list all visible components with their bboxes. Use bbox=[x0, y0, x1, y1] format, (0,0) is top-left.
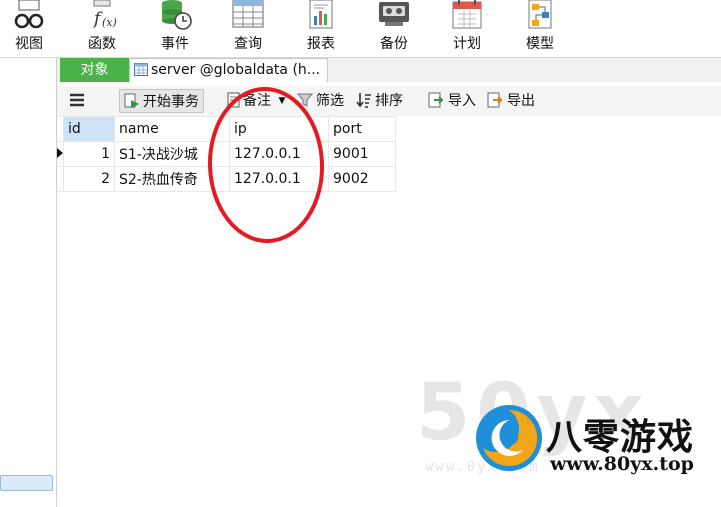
tab-strip: 对象 server @globaldata (h... bbox=[57, 58, 721, 82]
cell-port[interactable]: 9002 bbox=[328, 166, 396, 192]
export-label: 导出 bbox=[507, 93, 535, 109]
swirl-logo-icon bbox=[476, 405, 542, 471]
ribbon-report-button[interactable]: 报表 bbox=[289, 0, 353, 57]
report-icon bbox=[309, 0, 333, 29]
ribbon-label: 备份 bbox=[380, 36, 408, 52]
ribbon-function-button[interactable]: f (x) 函数 bbox=[70, 0, 134, 57]
table-grid-icon bbox=[134, 62, 148, 76]
ribbon-label: 视图 bbox=[15, 36, 43, 52]
selected-tree-item[interactable] bbox=[0, 475, 53, 491]
sort-button[interactable]: 排序 bbox=[356, 89, 403, 113]
import-button[interactable]: 导入 bbox=[428, 89, 476, 113]
cell-port[interactable]: 9001 bbox=[328, 141, 396, 167]
main-ribbon: 视图 f (x) 函数 事件 查询 报表 备份 计划 模型 bbox=[0, 0, 721, 58]
column-header-port[interactable]: port bbox=[328, 116, 396, 142]
tab-objects[interactable]: 对象 bbox=[60, 58, 129, 82]
menu-icon[interactable] bbox=[69, 89, 88, 113]
event-icon bbox=[162, 0, 192, 30]
column-header-id[interactable]: id bbox=[63, 116, 115, 142]
transaction-icon bbox=[124, 93, 139, 108]
svg-text:(x): (x) bbox=[102, 16, 117, 29]
model-icon bbox=[528, 0, 552, 29]
ribbon-schedule-button[interactable]: 计划 bbox=[435, 0, 499, 57]
cell-id[interactable]: 2 bbox=[63, 166, 115, 192]
function-icon: f (x) bbox=[92, 0, 117, 29]
glasses-icon bbox=[14, 0, 44, 29]
cell-id[interactable]: 1 bbox=[63, 141, 115, 167]
sort-label: 排序 bbox=[375, 93, 403, 109]
ribbon-label: 报表 bbox=[307, 36, 335, 52]
import-icon bbox=[428, 92, 444, 108]
ribbon-label: 事件 bbox=[161, 36, 189, 52]
backup-icon bbox=[379, 2, 409, 26]
schedule-icon bbox=[452, 0, 482, 29]
ribbon-backup-button[interactable]: 备份 bbox=[362, 0, 426, 57]
ribbon-event-button[interactable]: 事件 bbox=[143, 0, 207, 57]
query-icon bbox=[232, 0, 264, 28]
ribbon-label: 查询 bbox=[234, 36, 262, 52]
ribbon-label: 模型 bbox=[526, 36, 554, 52]
object-tree-panel[interactable] bbox=[0, 58, 57, 507]
ribbon-label: 函数 bbox=[88, 36, 116, 52]
export-icon bbox=[487, 92, 503, 108]
brand-url: www.80yx.top bbox=[550, 453, 694, 475]
ribbon-model-button[interactable]: 模型 bbox=[508, 0, 572, 57]
begin-transaction-button[interactable]: 开始事务 bbox=[119, 89, 204, 113]
begin-transaction-label: 开始事务 bbox=[143, 94, 199, 110]
export-button[interactable]: 导出 bbox=[487, 89, 535, 113]
ribbon-label: 计划 bbox=[453, 36, 481, 52]
sort-icon bbox=[356, 93, 371, 108]
data-toolbar: 开始事务 备注 ▼ 筛选 排序 导入 导出 bbox=[57, 86, 721, 116]
red-ellipse-annotation bbox=[207, 87, 325, 243]
ribbon-view-button[interactable]: 视图 bbox=[0, 0, 61, 57]
ribbon-query-button[interactable]: 查询 bbox=[216, 0, 280, 57]
tab-server-table[interactable]: server @globaldata (h... bbox=[129, 58, 328, 82]
import-label: 导入 bbox=[448, 93, 476, 109]
tab-title: server @globaldata (h... bbox=[151, 62, 321, 78]
